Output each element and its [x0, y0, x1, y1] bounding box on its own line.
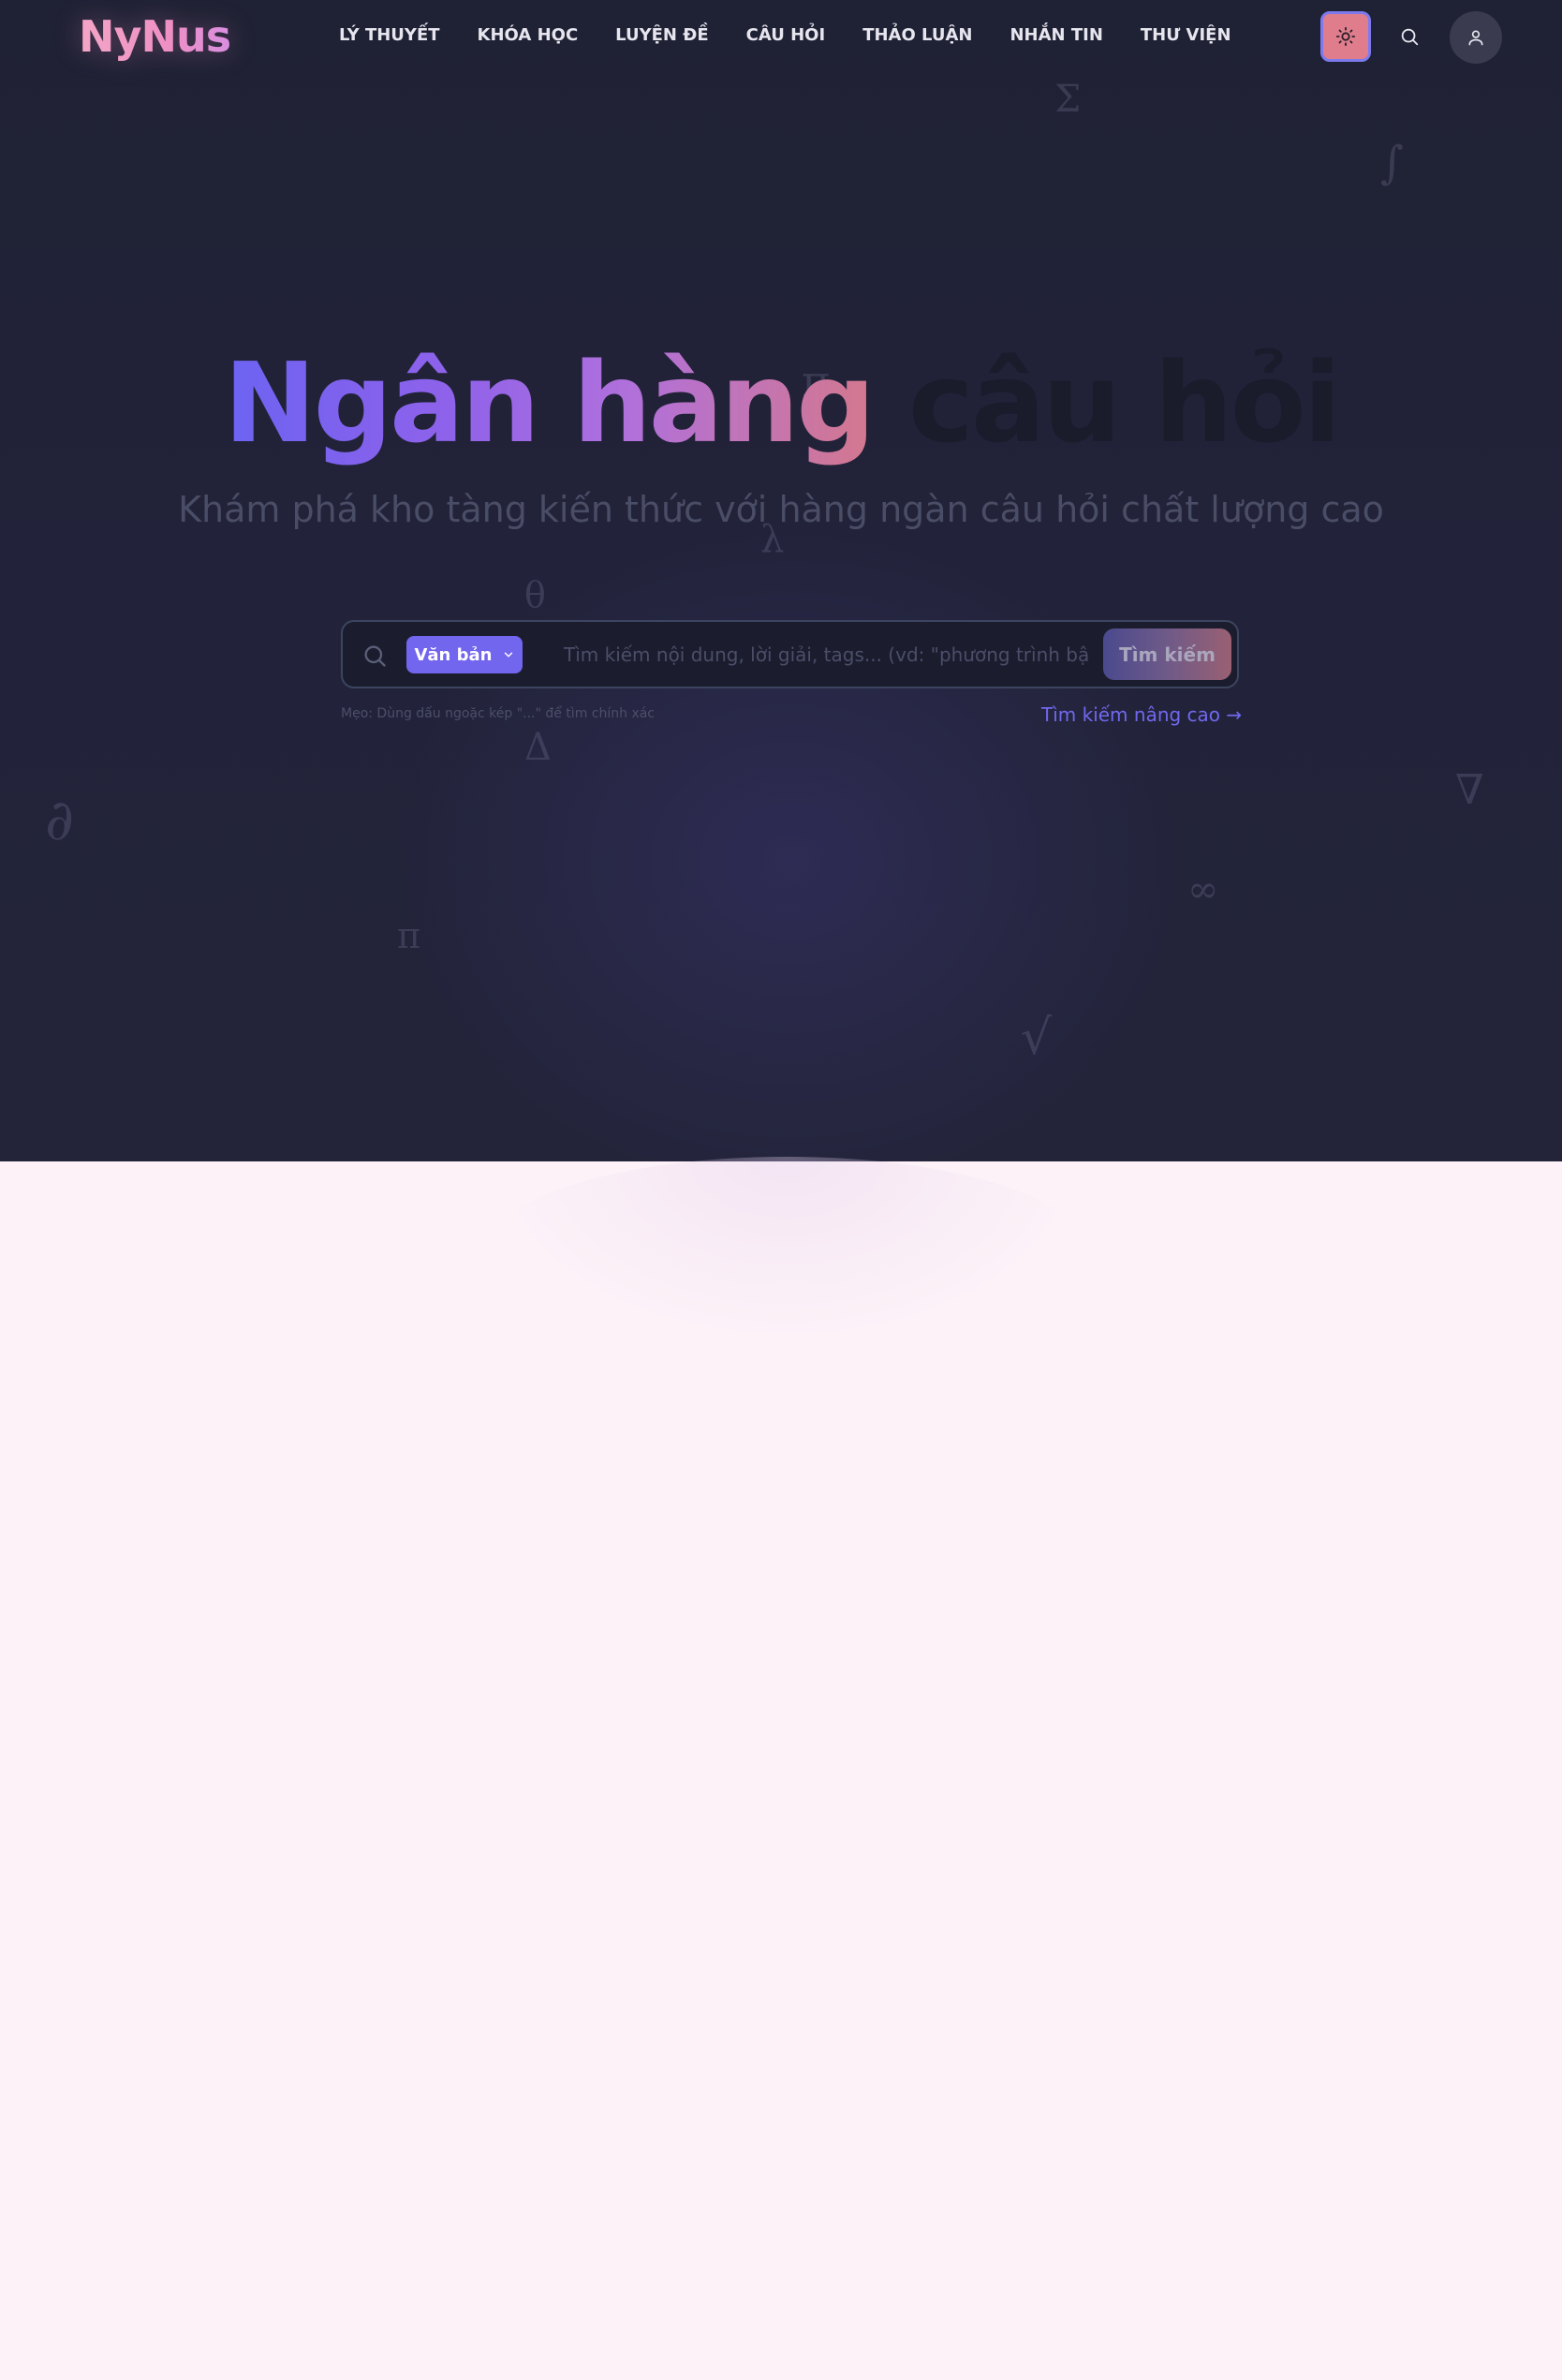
- theme-toggle-button[interactable]: [1320, 11, 1371, 62]
- sqrt-symbol: √: [1021, 1010, 1053, 1066]
- search-submit-button[interactable]: Tìm kiếm: [1103, 628, 1231, 680]
- nav-item-luyen-de[interactable]: LUYỆN ĐỀ: [615, 25, 708, 45]
- top-navbar: NyNus LÝ THUYẾT KHÓA HỌC LUYỆN ĐỀ CÂU HỎ…: [0, 0, 1562, 75]
- integral-symbol: ∫: [1380, 137, 1405, 189]
- page-title: Ngân hàng câu hỏi: [0, 337, 1562, 468]
- hero-glow: [487, 1157, 1086, 1344]
- search-input[interactable]: [564, 633, 1088, 676]
- chevron-down-icon: [504, 652, 512, 658]
- search-type-label: Văn bản: [414, 644, 493, 665]
- sigma-symbol: Σ: [1054, 78, 1082, 121]
- search-type-dropdown[interactable]: Văn bản: [406, 636, 523, 673]
- partial-symbol: ∂: [45, 788, 75, 853]
- nav-item-khoa-hoc[interactable]: KHÓA HỌC: [478, 25, 579, 45]
- user-menu-button[interactable]: [1450, 11, 1502, 64]
- hero-section: Σ ∫ π λ θ Δ ∂ ∇ ∞ π √ NyNus LÝ THUYẾT KH…: [0, 0, 1562, 1161]
- nav-item-thu-vien[interactable]: THƯ VIỆN: [1141, 25, 1231, 45]
- user-icon: [1468, 30, 1483, 46]
- page-subtitle: Khám phá kho tàng kiến thức với hàng ngà…: [178, 489, 1384, 530]
- nabla-symbol: ∇: [1455, 766, 1484, 814]
- search-icon: [364, 645, 386, 667]
- nav-item-ly-thuyet[interactable]: LÝ THUYẾT: [339, 25, 440, 45]
- infinity-symbol: ∞: [1187, 868, 1219, 911]
- nav-item-cau-hoi[interactable]: CÂU HỎI: [746, 25, 826, 45]
- logo[interactable]: NyNus: [79, 11, 231, 62]
- search-tip: Mẹo: Dùng dấu ngoặc kép "..." để tìm chí…: [341, 706, 656, 721]
- theta-symbol: θ: [524, 574, 546, 615]
- nav-item-thao-luan[interactable]: THẢO LUẬN: [862, 25, 972, 45]
- search-icon: [1401, 28, 1419, 46]
- main-nav: LÝ THUYẾT KHÓA HỌC LUYỆN ĐỀ CÂU HỎI THẢO…: [339, 25, 1269, 45]
- advanced-search-link[interactable]: Tìm kiếm nâng cao →: [1041, 703, 1242, 726]
- sun-icon: [1335, 26, 1356, 47]
- page-title-rest: câu hỏi: [907, 338, 1341, 467]
- nav-item-nhan-tin[interactable]: NHẮN TIN: [1009, 25, 1102, 45]
- delta-symbol: Δ: [524, 726, 552, 769]
- page-title-highlight: Ngân hàng: [223, 338, 876, 467]
- header-search-button[interactable]: [1393, 21, 1425, 52]
- pi-symbol-small: π: [397, 915, 420, 956]
- question-search-bar: Văn bản Tìm kiếm: [341, 620, 1239, 688]
